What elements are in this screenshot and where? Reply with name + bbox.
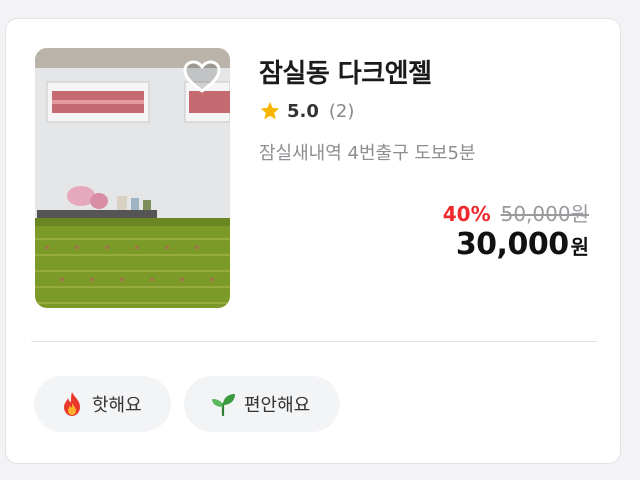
listing-title[interactable]: 잠실동 다크엔젤 <box>259 53 432 90</box>
tag-label: 편안해요 <box>244 395 311 416</box>
original-price: 50,000원 <box>500 202 589 226</box>
final-price: 30,000 <box>455 227 569 262</box>
final-price-row: 30,000 원 <box>456 227 589 262</box>
tag-label: 핫해요 <box>92 395 142 416</box>
tag-hot[interactable]: 핫해요 <box>34 376 171 432</box>
divider <box>31 341 597 342</box>
rating-score: 5.0 <box>287 100 319 122</box>
price-discount-row: 40% 50,000원 <box>443 198 589 227</box>
review-count: (2) <box>328 100 355 122</box>
listing-card[interactable]: 잠실동 다크엔젤 5.0 (2) 잠실새내역 4번출구 도보5분 40% 50,… <box>5 18 621 464</box>
location-text: 잠실새내역 4번출구 도보5분 <box>259 143 476 164</box>
tag-comfortable[interactable]: 편안해요 <box>184 376 340 432</box>
currency-unit: 원 <box>570 235 589 259</box>
rating: 5.0 (2) <box>259 99 354 123</box>
star-icon <box>260 101 280 120</box>
favorite-button[interactable] <box>182 57 222 97</box>
sprout-icon <box>212 394 235 416</box>
heart-icon <box>183 60 221 93</box>
fire-icon <box>64 392 80 416</box>
discount-rate: 40% <box>442 202 491 226</box>
